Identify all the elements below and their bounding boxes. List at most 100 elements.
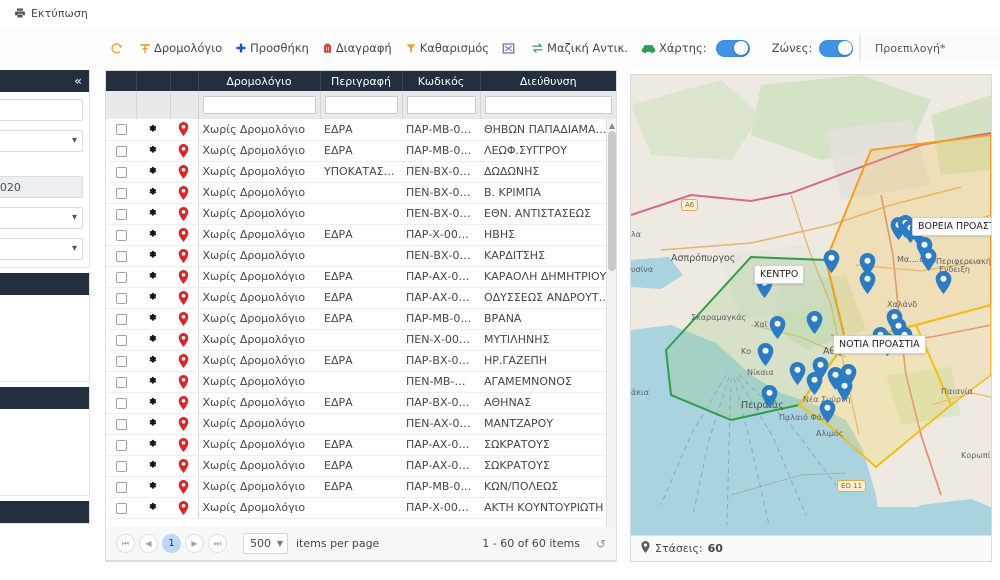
table-row[interactable]: Χωρίς Δρομολόγιο ΕΔΡΑ ΠΑΡ-ΑΧ-03517 ΣΩΚΡΑΤΟΥ… [106, 455, 616, 477]
map-panel[interactable]: Ασπρόπυργος λα υσίνα Σκαραμαγκάς άκια Χαϊ Κο Νί… [630, 74, 992, 562]
map-pin-icon[interactable] [174, 185, 194, 200]
map-stop-pin[interactable] [761, 385, 778, 408]
table-row[interactable]: Χωρίς Δρομολόγιο ΕΔΡΑ ΠΑΡ-ΒΧ-00530 ΗΡ.ΓΑΖΕΠ… [106, 350, 616, 372]
grid-col-checkbox[interactable] [106, 71, 137, 91]
grid-col-code[interactable]: Κωδικός [402, 71, 481, 91]
map-stop-pin[interactable] [806, 372, 823, 395]
map-pin-icon[interactable] [174, 311, 194, 326]
map-pin-icon[interactable] [174, 206, 194, 221]
refresh-button[interactable] [110, 42, 126, 55]
map-canvas[interactable]: Ασπρόπυργος λα υσίνα Σκαραμαγκάς άκια Χαϊ Κο Νί… [631, 75, 991, 535]
scroll-up-arrow-icon[interactable]: ▲ [608, 121, 616, 130]
map-pin-icon[interactable] [174, 458, 194, 473]
gear-icon[interactable] [147, 123, 159, 137]
page-size-select[interactable]: 500 ▼ [243, 533, 288, 554]
grid-vertical-scrollbar[interactable]: ▲ ▼ [606, 119, 616, 557]
sidebar-status-line-1[interactable]: των [0, 416, 83, 433]
row-checkbox[interactable] [115, 460, 127, 472]
gear-icon[interactable] [147, 207, 159, 221]
gear-icon[interactable] [147, 165, 159, 179]
pager-last-button[interactable]: ⏭ [208, 534, 227, 553]
table-row[interactable]: Χωρίς Δρομολόγιο ΠΕΝ-Χ-000041 ΜΥΤΙΛΗΝΗΣ [106, 329, 616, 351]
row-checkbox[interactable] [115, 229, 127, 241]
select-all-button[interactable] [502, 42, 518, 55]
gear-icon[interactable] [147, 417, 159, 431]
zones-switch[interactable] [819, 39, 854, 57]
map-stop-pin[interactable] [789, 362, 806, 385]
row-checkbox[interactable] [115, 271, 127, 283]
print-label[interactable]: Εκτύπωση [31, 7, 88, 20]
table-row[interactable]: Χωρίς Δρομολόγιο ΕΔΡΑ ΠΑΡ-ΑΧ-03518 ΣΩΚΡΑΤΟΥ… [106, 434, 616, 456]
grid-col-route[interactable]: Δρομολόγιο [198, 71, 321, 91]
row-checkbox[interactable] [115, 334, 127, 346]
table-row[interactable]: Χωρίς ΔρομολόγιοΕΔΡΑΠΑΡ-ΜΒ-0043...ΒΡΑΝΑ [106, 308, 616, 330]
gear-icon[interactable] [147, 186, 159, 200]
sidebar-select-3[interactable]: ▾ [0, 238, 83, 260]
row-checkbox[interactable] [115, 250, 127, 262]
table-row[interactable]: Χωρίς ΔρομολόγιοΕΔΡΑΠΑΡ-ΜΒ-0043...ΚΩΝ/ΠΟ… [106, 476, 616, 498]
table-row[interactable]: Χωρίς ΔρομολόγιοΕΔΡΑΠΑΡ-ΜΒ-0043...ΘΗΒΩΝ … [106, 119, 616, 141]
gear-icon[interactable] [147, 291, 159, 305]
table-row[interactable]: Χωρίς Δρομολόγιο ΕΔΡΑ ΠΑΡ-ΑΧ-03513 ΟΔΥΣΣΕΩΣ… [106, 287, 616, 309]
map-pin-icon[interactable] [174, 290, 194, 305]
gear-icon[interactable] [147, 480, 159, 494]
map-pin-icon[interactable] [174, 164, 194, 179]
map-stop-pin[interactable] [806, 311, 823, 334]
row-checkbox[interactable] [115, 187, 127, 199]
row-checkbox[interactable] [115, 208, 127, 220]
grid-vscroll-thumb[interactable] [608, 131, 616, 271]
table-row[interactable]: Χωρίς Δρομολόγιο ΠΕΝ-ΒΧ-00537 Β. ΚΡΙΜΠΑ [106, 182, 616, 204]
chevron-left-double-icon[interactable]: « [74, 74, 82, 88]
map-pin-icon[interactable] [174, 479, 194, 494]
gear-icon[interactable] [147, 354, 159, 368]
preset-selector[interactable]: Προεπιλογή* [860, 36, 1000, 60]
gear-icon[interactable] [147, 228, 159, 242]
map-stop-pin[interactable] [819, 400, 836, 423]
map-pin-icon[interactable] [174, 500, 194, 515]
gear-icon[interactable] [147, 375, 159, 389]
map-stop-pin[interactable] [920, 248, 937, 271]
gear-icon[interactable] [147, 144, 159, 158]
grid-filter-code-input[interactable] [406, 96, 476, 114]
row-checkbox[interactable] [115, 418, 127, 430]
map-pin-icon[interactable] [174, 269, 194, 284]
map-pin-icon[interactable] [174, 416, 194, 431]
map-switch[interactable] [715, 39, 750, 57]
map-pin-icon[interactable] [174, 332, 194, 347]
table-row[interactable]: Χωρίς Δρομολόγιο ΕΔΡΑ ΠΑΡ-ΑΧ-03509 ΚΑΡΑΟΛΗ … [106, 266, 616, 288]
row-checkbox[interactable] [115, 376, 127, 388]
pager-refresh-icon[interactable]: ↺ [596, 537, 606, 551]
pager-first-button[interactable]: ⏮ [116, 534, 135, 553]
grid-col-address[interactable]: Διεύθυνση [480, 71, 616, 91]
map-zone-label[interactable]: ΚΕΝΤΡΟ [754, 265, 805, 284]
map-stop-pin[interactable] [935, 271, 952, 294]
gear-icon[interactable] [147, 396, 159, 410]
map-pin-icon[interactable] [174, 374, 194, 389]
clear-filters-button[interactable]: Καθαρισμός [405, 41, 489, 55]
pager-next-button[interactable]: ▶ [185, 534, 204, 553]
row-checkbox[interactable] [115, 397, 127, 409]
pager-prev-button[interactable]: ◀ [139, 534, 158, 553]
map-stop-pin[interactable] [823, 250, 840, 273]
table-row[interactable]: Χωρίς Δρομολόγιο ΠΕΝ-ΒΧ-00555 ΚΑΡΔΙΤΣΗΣ [106, 245, 616, 267]
map-pin-icon[interactable] [174, 143, 194, 158]
gear-icon[interactable] [147, 270, 159, 284]
delete-button[interactable]: Διαγραφή [322, 41, 392, 55]
map-pin-icon[interactable] [174, 437, 194, 452]
gear-icon[interactable] [147, 459, 159, 473]
row-checkbox[interactable] [115, 313, 127, 325]
sidebar-select-2[interactable]: ▾ [0, 207, 83, 229]
table-row[interactable]: Χωρίς ΔρομολόγιοΕΔΡΑΠΑΡ-ΜΒ-0043...ΛΕΩΦ.Σ… [106, 140, 616, 162]
sidebar-date-field[interactable]: 18-11-2020 [0, 176, 83, 198]
row-checkbox[interactable] [115, 124, 127, 136]
map-stop-pin[interactable] [859, 271, 876, 294]
sidebar-card-status-header[interactable]: ς [0, 387, 89, 409]
row-checkbox[interactable] [115, 502, 127, 514]
grid-col-description[interactable]: Περιγραφή [320, 71, 403, 91]
grid-col-location[interactable] [170, 71, 199, 91]
row-checkbox[interactable] [115, 166, 127, 178]
bulk-replace-button[interactable]: Μαζική Αντικ. [531, 41, 628, 55]
map-pin-icon[interactable] [174, 395, 194, 410]
sidebar-status-line-2[interactable] [0, 433, 83, 437]
gear-icon[interactable] [147, 438, 159, 452]
